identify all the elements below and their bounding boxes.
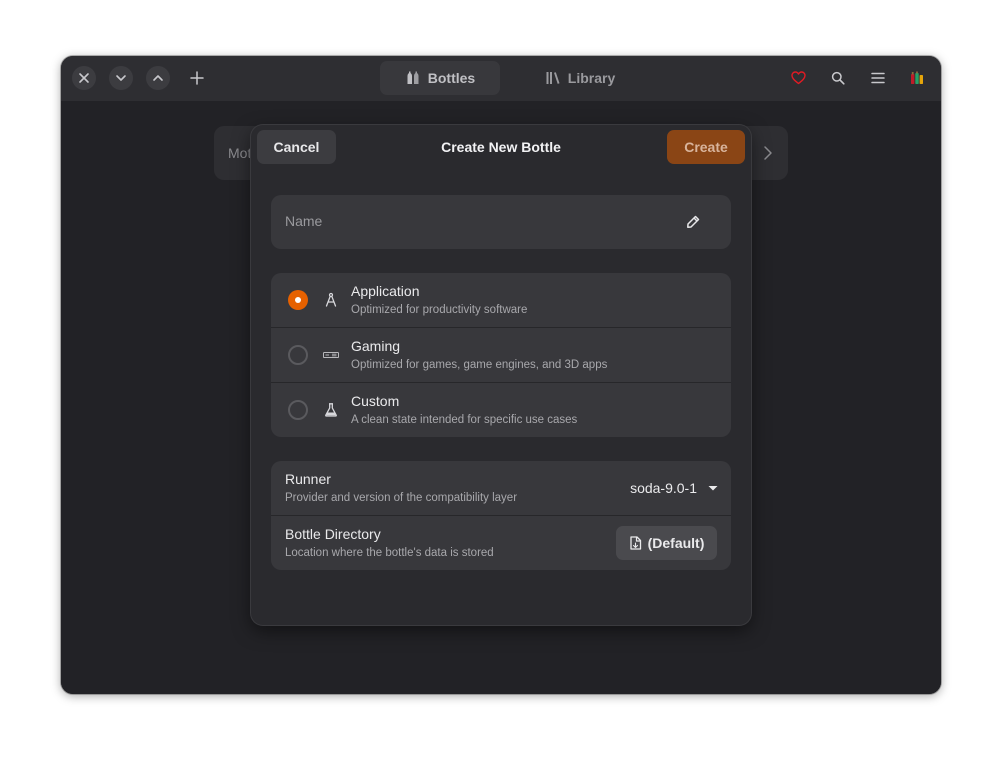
tab-bottles[interactable]: Bottles xyxy=(380,61,500,95)
environment-list: Application Optimized for productivity s… xyxy=(271,273,731,437)
library-tab-icon xyxy=(546,72,560,84)
close-button[interactable] xyxy=(72,66,96,90)
create-button[interactable]: Create xyxy=(667,130,745,164)
runner-row[interactable]: Runner Provider and version of the compa… xyxy=(271,461,731,516)
environment-radio-application[interactable] xyxy=(288,290,308,310)
runner-title: Runner xyxy=(285,471,331,487)
runner-subtitle: Provider and version of the compatibilit… xyxy=(285,492,518,504)
main-menu-button[interactable] xyxy=(866,66,890,90)
close-icon xyxy=(79,73,89,83)
tab-bottles-label: Bottles xyxy=(427,70,476,86)
new-bottle-button[interactable] xyxy=(185,66,209,90)
maximize-button[interactable] xyxy=(146,66,170,90)
document-open-icon xyxy=(629,536,641,550)
environment-row-application[interactable]: Application Optimized for productivity s… xyxy=(271,273,731,328)
environment-subtitle-custom: A clean state intended for specific use … xyxy=(351,414,578,426)
bottles-tab-icon xyxy=(407,71,419,84)
application-icon xyxy=(325,292,337,307)
bottle-directory-title: Bottle Directory xyxy=(285,526,381,542)
bottles-app-icon xyxy=(911,71,923,84)
environment-title-custom: Custom xyxy=(351,393,400,409)
environment-subtitle-gaming: Optimized for games, game engines, and 3… xyxy=(351,359,608,371)
environment-row-custom[interactable]: Custom A clean state intended for specif… xyxy=(271,383,731,437)
runner-value: soda-9.0-1 xyxy=(630,480,697,496)
bottle-directory-row: Bottle Directory Location where the bott… xyxy=(271,516,731,570)
environment-radio-gaming[interactable] xyxy=(288,345,308,365)
edit-icon xyxy=(687,215,700,228)
chevron-up-icon xyxy=(153,75,163,81)
environment-subtitle-application: Optimized for productivity software xyxy=(351,304,528,316)
runner-dropdown[interactable]: soda-9.0-1 xyxy=(630,477,719,499)
tab-library[interactable]: Library xyxy=(520,61,640,95)
name-entry-row[interactable] xyxy=(271,195,731,249)
environment-title-gaming: Gaming xyxy=(351,338,401,354)
environment-row-gaming[interactable]: Gaming Optimized for games, game engines… xyxy=(271,328,731,383)
background-banner-text: Mot xyxy=(228,145,252,161)
environment-radio-custom[interactable] xyxy=(288,400,308,420)
headerbar: Bottles Library xyxy=(61,56,941,101)
dropdown-arrow-icon xyxy=(708,486,718,491)
environment-title-application: Application xyxy=(351,283,420,299)
options-list: Runner Provider and version of the compa… xyxy=(271,461,731,570)
menu-icon xyxy=(871,72,885,84)
create-bottle-dialog: Cancel Create New Bottle Create Applicat… xyxy=(251,125,751,625)
search-button[interactable] xyxy=(826,66,850,90)
dialog-header: Cancel Create New Bottle Create xyxy=(251,125,751,169)
heart-icon xyxy=(790,71,806,85)
tab-library-label: Library xyxy=(567,70,616,86)
gaming-icon xyxy=(323,352,339,358)
flask-icon xyxy=(325,403,337,417)
name-input[interactable] xyxy=(285,213,665,229)
donate-button[interactable] xyxy=(786,66,810,90)
app-icon-button[interactable] xyxy=(905,66,929,90)
add-icon xyxy=(190,71,204,85)
bottle-directory-button[interactable]: (Default) xyxy=(616,526,717,560)
minimize-button[interactable] xyxy=(109,66,133,90)
chevron-right-icon xyxy=(764,146,772,160)
chevron-down-icon xyxy=(116,75,126,81)
bottle-directory-subtitle: Location where the bottle's data is stor… xyxy=(285,547,494,559)
bottle-directory-button-label: (Default) xyxy=(647,535,705,551)
search-icon xyxy=(831,71,845,85)
